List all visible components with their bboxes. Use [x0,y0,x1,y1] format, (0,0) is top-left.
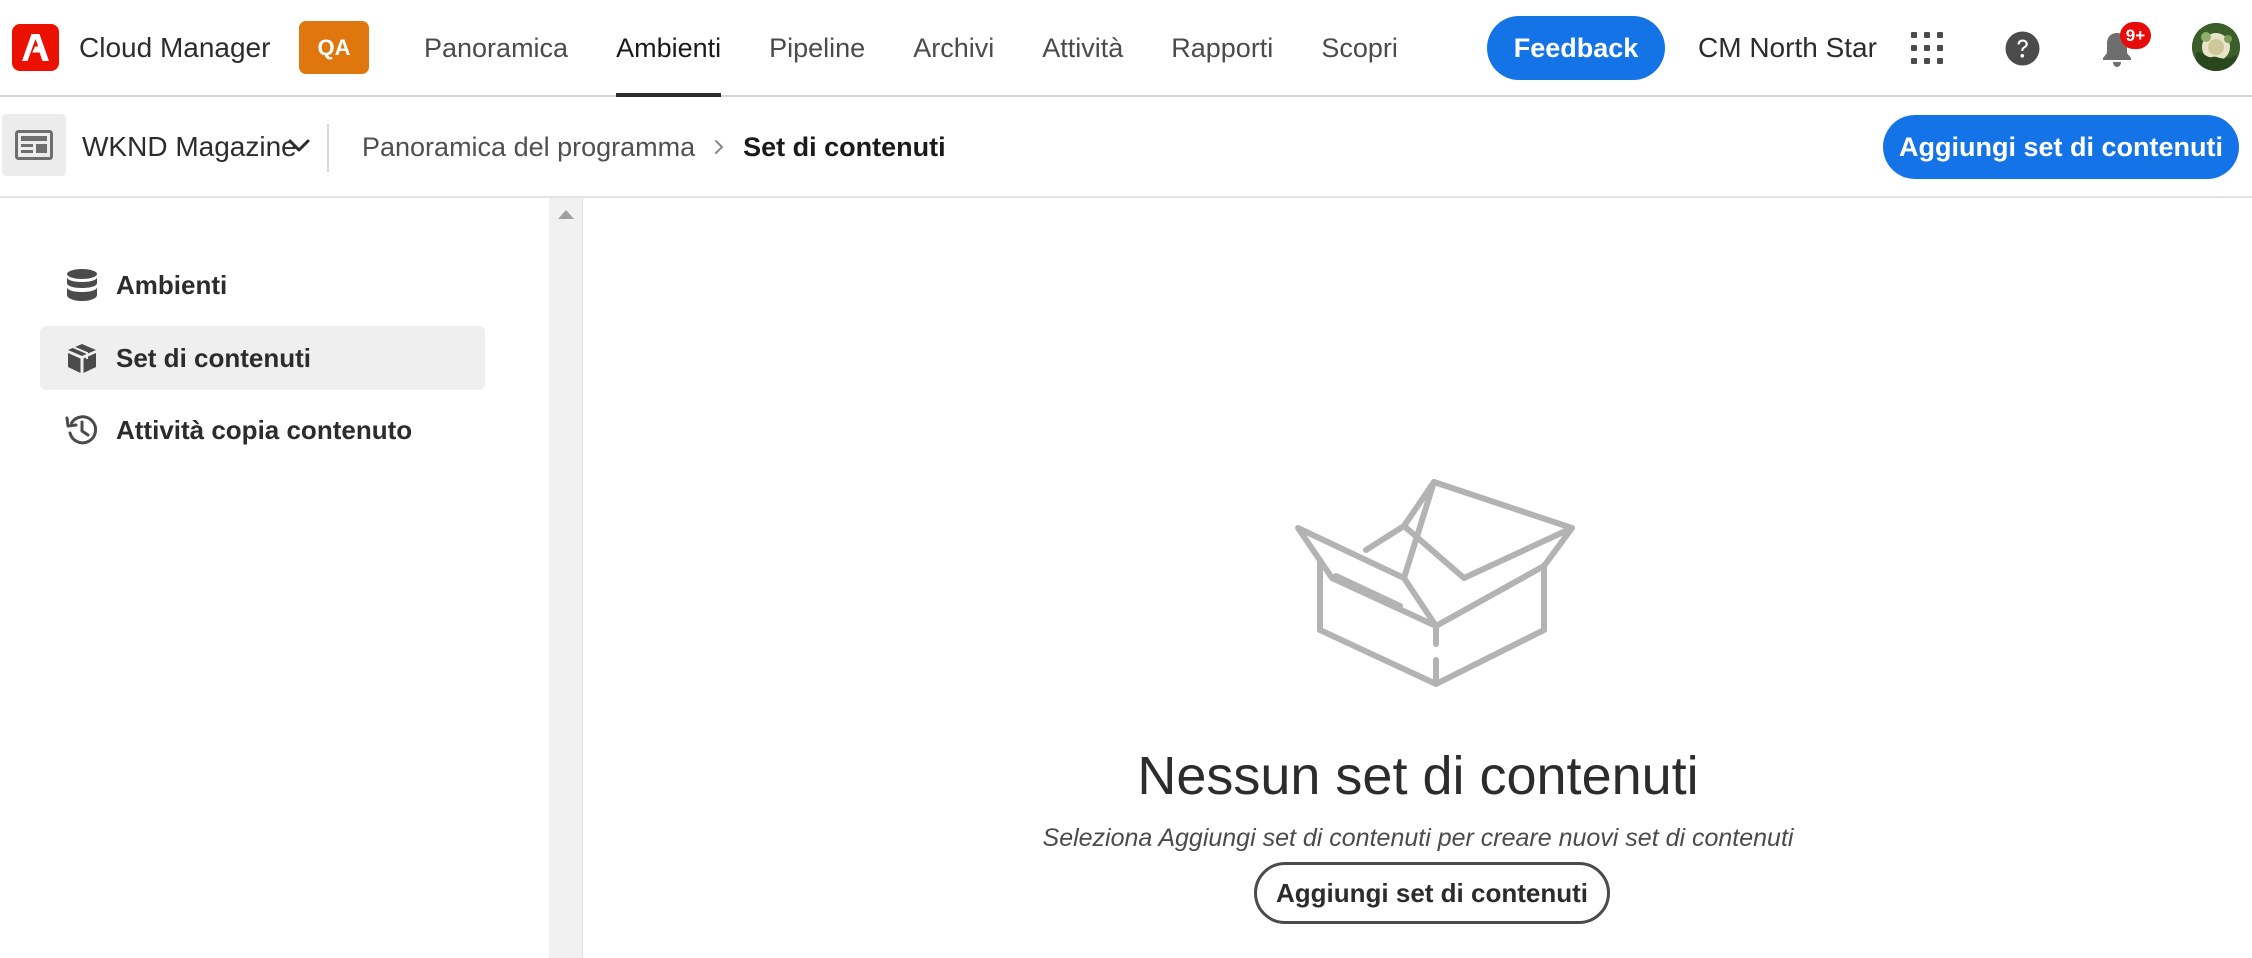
breadcrumb: Panoramica del programma Set di contenut… [362,129,946,165]
sidebar-item-set-di-contenuti[interactable]: Set di contenuti [40,326,485,390]
apps-grid-icon[interactable] [1910,31,1944,65]
adobe-logo-icon[interactable] [12,24,59,71]
breadcrumb-current: Set di contenuti [743,132,946,162]
nav-tab-scopri[interactable]: Scopri [1321,0,1398,97]
nav-tab-archivi[interactable]: Archivi [913,0,994,97]
top-navigation-bar: Cloud Manager QA Panoramica Ambienti Pip… [0,0,2252,97]
scroll-up-arrow-icon[interactable] [558,210,574,219]
sidebar-scrollbar[interactable] [549,198,583,958]
nav-tab-pipeline[interactable]: Pipeline [769,0,865,97]
empty-state-description: Seleziona Aggiungi set di contenuti per … [1042,824,1794,852]
main-nav: Panoramica Ambienti Pipeline Archivi Att… [424,0,1446,97]
database-icon [64,267,100,303]
nav-tab-attivita[interactable]: Attività [1042,0,1123,97]
sidebar-item-attivita-copia-contenuto[interactable]: Attività copia contenuto [40,398,485,462]
add-content-set-button[interactable]: Aggiungi set di contenuti [1883,115,2239,179]
empty-state-title: Nessun set di contenuti [1137,746,1699,806]
sidebar-item-ambienti[interactable]: Ambienti [40,253,485,317]
environment-badge: QA [299,21,369,74]
feedback-button[interactable]: Feedback [1487,16,1665,80]
sidebar-item-label: Set di contenuti [116,342,311,373]
breadcrumb-program-overview[interactable]: Panoramica del programma [362,129,695,165]
notification-count-badge: 9+ [2120,22,2151,49]
program-switcher[interactable]: WKND Magazine [82,129,297,165]
nav-tab-rapporti[interactable]: Rapporti [1171,0,1273,97]
chevron-down-icon[interactable] [288,139,310,158]
app-name[interactable]: Cloud Manager [79,30,270,66]
divider [327,124,329,172]
nav-tab-panoramica[interactable]: Panoramica [424,0,568,97]
empty-state-add-content-set-button[interactable]: Aggiungi set di contenuti [1254,862,1610,924]
sidebar-item-label: Ambienti [116,269,228,300]
main-content: Nessun set di contenuti Seleziona Aggiun… [584,198,2252,958]
history-icon [64,412,100,448]
sidebar: Ambienti Set di contenuti Attività copia… [0,198,549,958]
program-bar: WKND Magazine Panoramica del programma S… [0,97,2252,198]
chevron-right-icon [713,129,725,165]
box-icon [64,340,100,376]
avatar[interactable] [2192,23,2240,71]
help-icon[interactable] [2005,31,2040,66]
sidebar-item-label: Attività copia contenuto [116,414,413,445]
open-box-icon [1288,478,1578,703]
org-switcher[interactable]: CM North Star [1698,30,1877,66]
nav-tab-ambienti[interactable]: Ambienti [616,0,722,97]
program-icon[interactable] [2,114,66,176]
